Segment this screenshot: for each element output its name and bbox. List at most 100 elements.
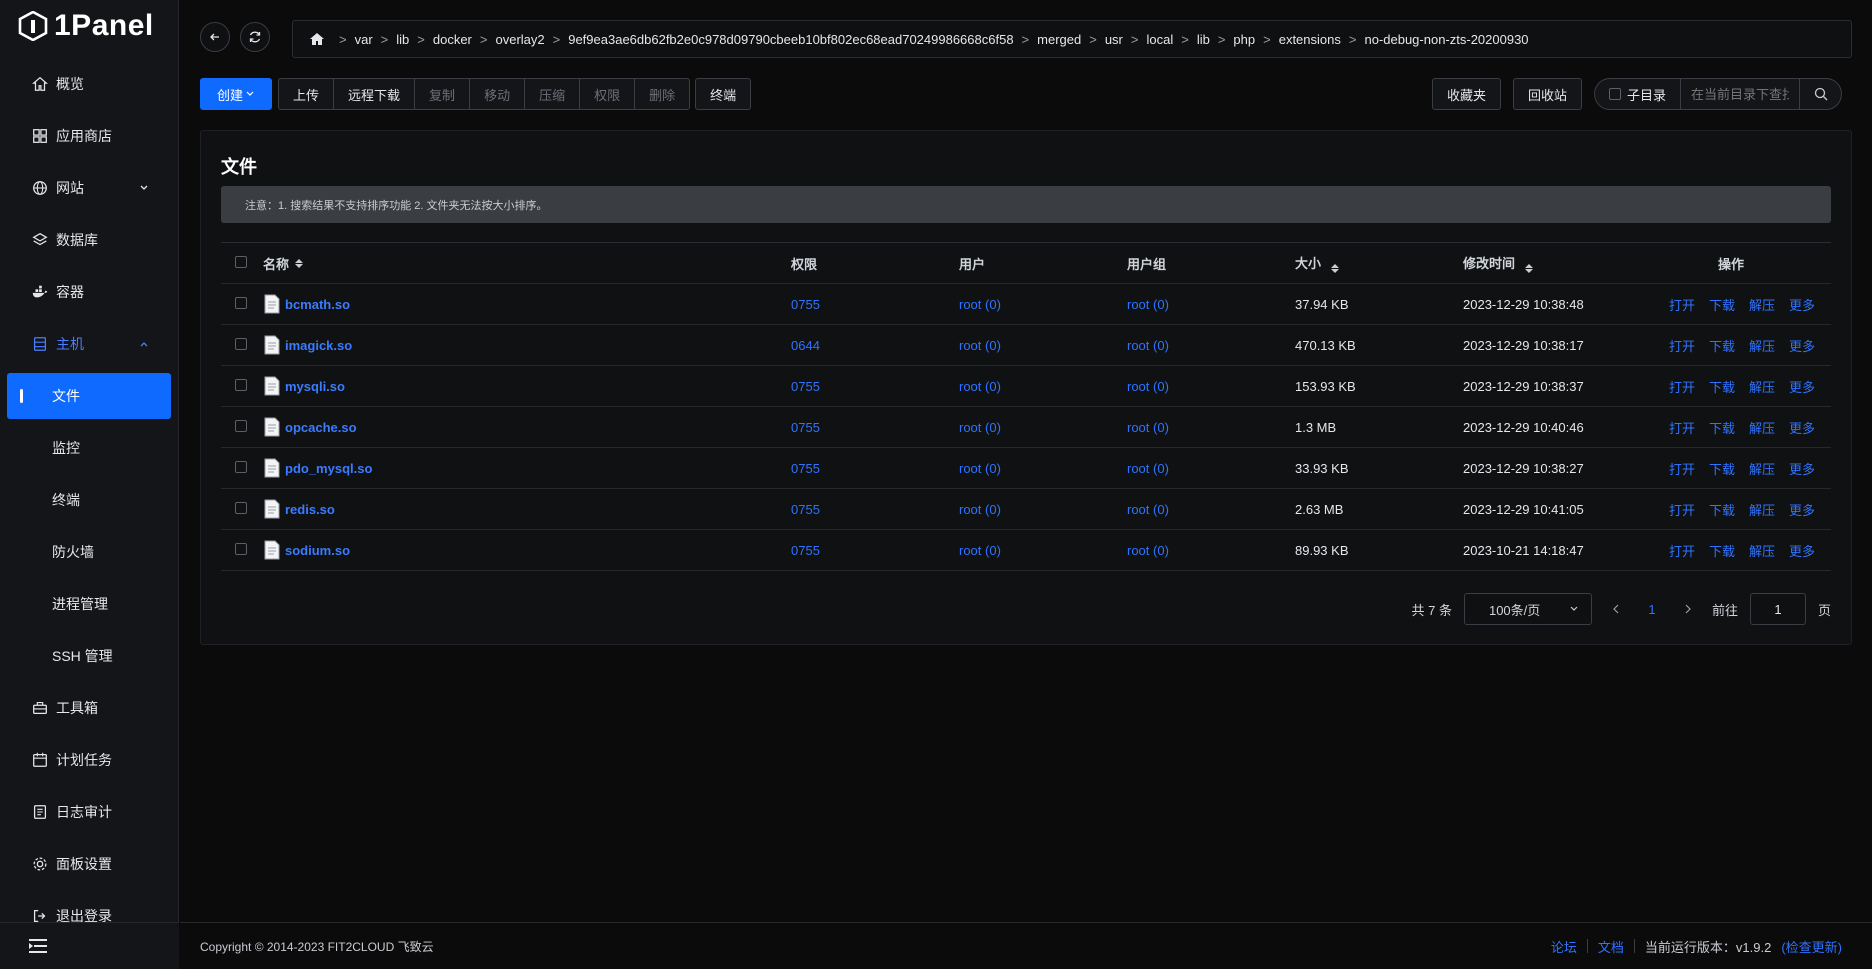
row-action-link[interactable]: 解压 (1749, 459, 1775, 478)
row-action-link[interactable]: 下载 (1709, 377, 1735, 396)
row-checkbox[interactable] (235, 501, 247, 514)
group-link[interactable]: root (0) (1127, 461, 1295, 476)
file-name-link[interactable]: redis.so (285, 502, 335, 517)
sidebar-item[interactable]: 容器 (0, 266, 178, 318)
row-action-link[interactable]: 更多 (1789, 541, 1815, 560)
table-row[interactable]: opcache.so 0755 root (0) root (0) 1.3 MB 2023… (221, 407, 1831, 448)
toolbar-button[interactable]: 删除 (634, 78, 691, 110)
sidebar-item[interactable]: 主机 (0, 318, 178, 370)
header-name[interactable]: 名称 (263, 254, 791, 273)
file-name-link[interactable]: opcache.so (285, 420, 357, 435)
permission-link[interactable]: 0755 (791, 297, 959, 312)
row-action-link[interactable]: 更多 (1789, 295, 1815, 314)
header-size[interactable]: 大小 (1295, 253, 1463, 273)
create-button[interactable]: 创建 (200, 78, 273, 110)
sidebar-subitem[interactable]: 终端 (0, 474, 178, 526)
row-action-link[interactable]: 下载 (1709, 541, 1735, 560)
breadcrumb-segment[interactable]: no-debug-non-zts-20200930 (1364, 32, 1528, 47)
sidebar-subitem[interactable]: 进程管理 (0, 578, 178, 630)
row-checkbox[interactable] (235, 460, 247, 473)
permission-link[interactable]: 0755 (791, 420, 959, 435)
sidebar-item[interactable]: 日志审计 (0, 786, 178, 838)
collapse-menu-button[interactable] (0, 922, 179, 969)
group-link[interactable]: root (0) (1127, 297, 1295, 312)
row-action-link[interactable]: 更多 (1789, 336, 1815, 355)
goto-page-input[interactable] (1749, 593, 1806, 625)
permission-link[interactable]: 0755 (791, 502, 959, 517)
table-row[interactable]: bcmath.so 0755 root (0) root (0) 37.94 KB 202… (221, 284, 1831, 325)
user-link[interactable]: root (0) (959, 461, 1127, 476)
breadcrumb-segment[interactable]: var (355, 32, 373, 47)
breadcrumb-segment[interactable]: local (1146, 32, 1173, 47)
sidebar-item[interactable]: 面板设置 (0, 838, 178, 890)
sidebar-subitem[interactable]: 防火墙 (0, 526, 178, 578)
file-name-link[interactable]: sodium.so (285, 543, 350, 558)
group-link[interactable]: root (0) (1127, 338, 1295, 353)
logo[interactable]: 1Panel (0, 0, 178, 52)
row-action-link[interactable]: 解压 (1749, 377, 1775, 396)
terminal-button[interactable]: 终端 (695, 78, 752, 110)
toolbar-button[interactable]: 远程下载 (333, 78, 416, 110)
file-name-link[interactable]: mysqli.so (285, 379, 345, 394)
page-number[interactable]: 1 (1640, 602, 1664, 617)
permission-link[interactable]: 0755 (791, 461, 959, 476)
sidebar-item[interactable]: 应用商店 (0, 110, 178, 162)
group-link[interactable]: root (0) (1127, 502, 1295, 517)
user-link[interactable]: root (0) (959, 297, 1127, 312)
back-button[interactable] (200, 22, 230, 52)
sort-icon[interactable] (1330, 264, 1339, 273)
table-row[interactable]: redis.so 0755 root (0) root (0) 2.63 MB 2023-… (221, 489, 1831, 530)
forum-link[interactable]: 论坛 (1551, 937, 1577, 956)
row-checkbox[interactable] (235, 542, 247, 555)
breadcrumb-segment[interactable]: lib (1197, 32, 1210, 47)
breadcrumb-segment[interactable]: extensions (1279, 32, 1341, 47)
docs-link[interactable]: 文档 (1598, 937, 1624, 956)
next-page-button[interactable] (1676, 597, 1700, 621)
sidebar-item[interactable]: 计划任务 (0, 734, 178, 786)
row-action-link[interactable]: 解压 (1749, 418, 1775, 437)
row-checkbox[interactable] (235, 296, 247, 309)
row-action-link[interactable]: 解压 (1749, 336, 1775, 355)
permission-link[interactable]: 0755 (791, 379, 959, 394)
permission-link[interactable]: 0755 (791, 543, 959, 558)
toolbar-button[interactable]: 权限 (579, 78, 636, 110)
breadcrumb-segment[interactable]: lib (396, 32, 409, 47)
subdir-checkbox[interactable]: 子目录 (1595, 79, 1681, 109)
prev-page-button[interactable] (1604, 597, 1628, 621)
breadcrumb-segment[interactable]: merged (1037, 32, 1081, 47)
group-link[interactable]: root (0) (1127, 420, 1295, 435)
row-action-link[interactable]: 打开 (1669, 459, 1695, 478)
table-row[interactable]: imagick.so 0644 root (0) root (0) 470.13 KB 2… (221, 325, 1831, 366)
row-action-link[interactable]: 下载 (1709, 459, 1735, 478)
row-action-link[interactable]: 下载 (1709, 418, 1735, 437)
favorites-button[interactable]: 收藏夹 (1431, 78, 1501, 110)
file-name-link[interactable]: imagick.so (285, 338, 352, 353)
row-action-link[interactable]: 更多 (1789, 459, 1815, 478)
sidebar-subitem[interactable]: 文件 (7, 373, 171, 419)
breadcrumb-segment[interactable]: usr (1105, 32, 1123, 47)
toolbar-button[interactable]: 复制 (414, 78, 471, 110)
row-action-link[interactable]: 打开 (1669, 541, 1695, 560)
row-action-link[interactable]: 打开 (1669, 500, 1695, 519)
user-link[interactable]: root (0) (959, 543, 1127, 558)
sidebar-item[interactable]: 网站 (0, 162, 178, 214)
row-checkbox[interactable] (235, 419, 247, 432)
sidebar-item[interactable]: 概览 (0, 58, 178, 110)
search-button[interactable] (1799, 79, 1841, 109)
row-action-link[interactable]: 解压 (1749, 541, 1775, 560)
row-action-link[interactable]: 下载 (1709, 500, 1735, 519)
breadcrumb-segment[interactable]: php (1233, 32, 1255, 47)
sidebar-subitem[interactable]: SSH 管理 (0, 630, 178, 682)
row-action-link[interactable]: 解压 (1749, 500, 1775, 519)
user-link[interactable]: root (0) (959, 338, 1127, 353)
row-action-link[interactable]: 打开 (1669, 418, 1695, 437)
toolbar-button[interactable]: 上传 (278, 78, 335, 110)
row-action-link[interactable]: 更多 (1789, 500, 1815, 519)
table-row[interactable]: sodium.so 0755 root (0) root (0) 89.93 KB 202… (221, 530, 1831, 571)
sort-icon[interactable] (295, 258, 304, 268)
path-breadcrumb[interactable]: > var > lib > docker > overlay2 >9ef9ea3ae6db62f… (292, 20, 1852, 58)
page-size-select[interactable]: 100条/页 (1463, 593, 1592, 625)
home-icon[interactable] (309, 32, 325, 46)
row-action-link[interactable]: 打开 (1669, 377, 1695, 396)
row-action-link[interactable]: 下载 (1709, 336, 1735, 355)
